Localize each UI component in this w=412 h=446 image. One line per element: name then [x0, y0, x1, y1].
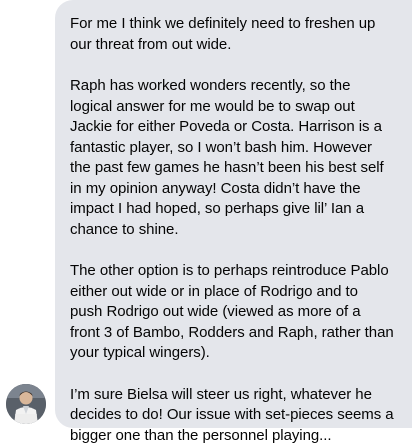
message-paragraph-3: The other option is to perhaps reintrodu…	[70, 261, 394, 364]
avatar-photo-icon	[6, 384, 46, 424]
avatar[interactable]	[6, 384, 46, 424]
message-paragraph-1: For me I think we definitely need to fre…	[70, 14, 394, 55]
message-paragraph-4: I’m sure Bielsa will steer us right, wha…	[70, 385, 394, 446]
message-row: For me I think we definitely need to fre…	[0, 0, 412, 428]
message-paragraph-2: Raph has worked wonders recently, so the…	[70, 76, 394, 240]
message-bubble[interactable]: For me I think we definitely need to fre…	[55, 0, 412, 428]
